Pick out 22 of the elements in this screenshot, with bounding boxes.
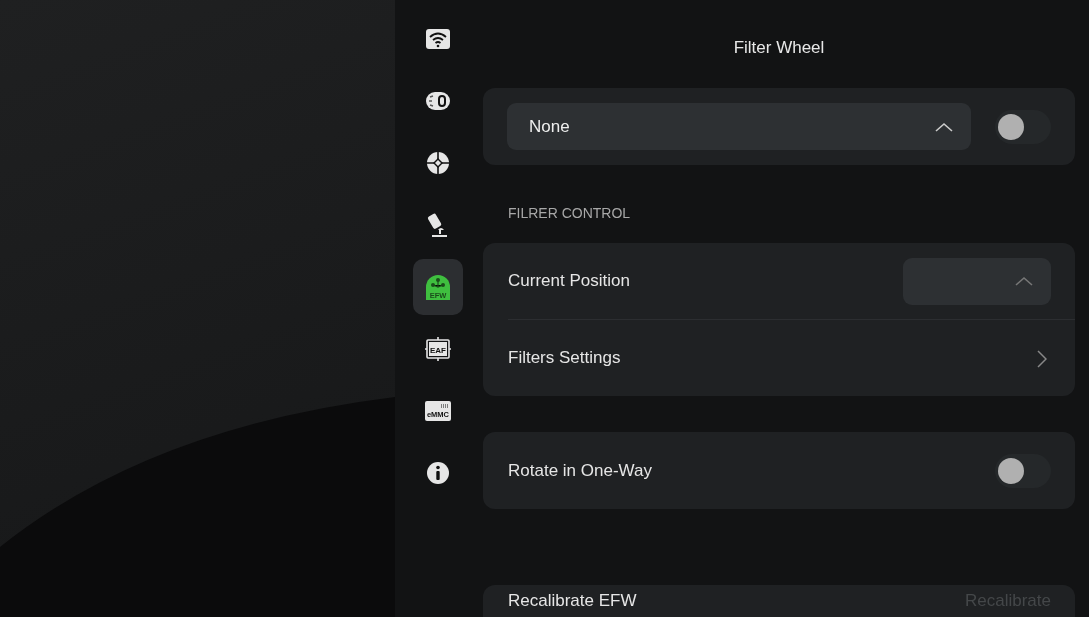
chip-icon bbox=[425, 401, 451, 421]
wifi-icon bbox=[425, 28, 451, 50]
filter-wheel-icon bbox=[426, 275, 450, 300]
chevron-up-icon bbox=[935, 121, 953, 132]
lens-icon bbox=[425, 90, 451, 112]
row-label: Current Position bbox=[508, 270, 630, 293]
page-title: Filter Wheel bbox=[733, 37, 825, 59]
row-label: Rotate in One-Way bbox=[508, 459, 652, 482]
chevron-right-icon bbox=[1037, 349, 1047, 368]
row-label: Filters Settings bbox=[508, 347, 621, 370]
section-label: FILRER CONTROL bbox=[508, 204, 631, 223]
eaf-label: EAF bbox=[430, 346, 446, 355]
toggle-switch[interactable] bbox=[995, 109, 1051, 144]
crosshair-icon bbox=[426, 151, 450, 175]
sidebar-tab[interactable]: EAF bbox=[413, 321, 463, 377]
toggle-switch[interactable] bbox=[995, 453, 1051, 488]
row-label: Recalibrate EFW bbox=[508, 590, 637, 613]
device-dropdown[interactable]: None bbox=[507, 103, 971, 150]
focuser-icon bbox=[424, 336, 452, 362]
info-icon bbox=[426, 461, 450, 485]
telescope-icon bbox=[427, 212, 449, 238]
chevron-up-icon bbox=[1015, 276, 1033, 286]
